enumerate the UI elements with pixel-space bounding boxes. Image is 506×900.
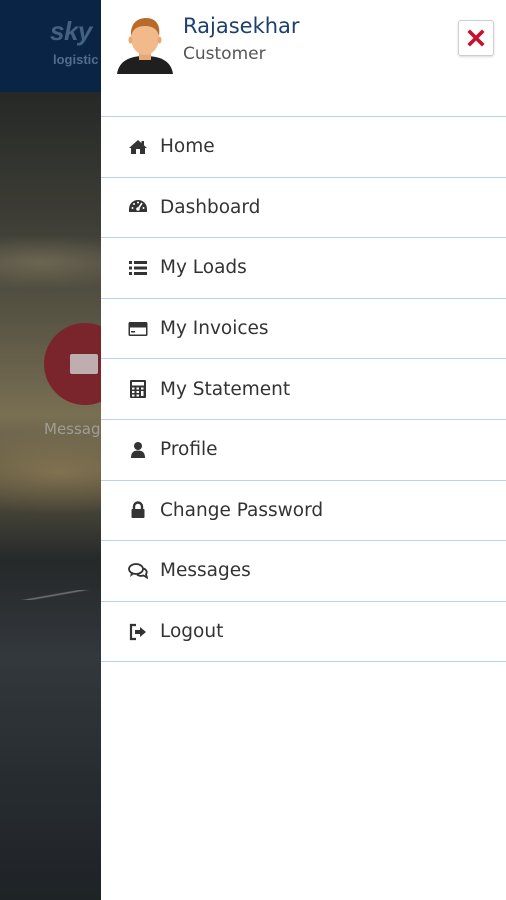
close-drawer-button[interactable] [458, 20, 494, 56]
calculator-icon [130, 380, 146, 399]
dashboard-icon [129, 200, 147, 213]
drawer-header: Rajasekhar Customer [101, 0, 506, 116]
user-role: Customer [183, 44, 266, 64]
menu-item-label: My Loads [160, 257, 247, 279]
lock-icon [131, 501, 145, 519]
navigation-drawer: Rajasekhar Customer Home Dashboard My Lo… [101, 0, 506, 900]
menu-item-label: My Statement [160, 378, 291, 400]
list-icon [129, 260, 147, 275]
menu-item-label: Messages [160, 560, 251, 582]
comments-icon [128, 563, 148, 580]
user-avatar-icon [117, 18, 173, 74]
menu-item-home[interactable]: Home [101, 117, 506, 178]
credit-card-icon [128, 321, 148, 336]
menu-item-my-statement[interactable]: My Statement [101, 359, 506, 420]
menu-item-logout[interactable]: Logout [101, 602, 506, 663]
user-icon [131, 441, 145, 458]
menu-item-profile[interactable]: Profile [101, 420, 506, 481]
menu-item-label: Dashboard [160, 196, 261, 218]
drawer-menu: Home Dashboard My Loads My Invoices My S… [101, 116, 506, 663]
menu-item-label: Logout [160, 621, 224, 643]
menu-item-label: Home [160, 136, 215, 158]
menu-item-messages[interactable]: Messages [101, 541, 506, 602]
close-icon [467, 29, 485, 47]
menu-item-dashboard[interactable]: Dashboard [101, 178, 506, 239]
menu-item-label: Profile [160, 439, 218, 461]
menu-item-label: My Invoices [160, 318, 269, 340]
menu-item-label: Change Password [160, 499, 324, 521]
menu-item-my-invoices[interactable]: My Invoices [101, 299, 506, 360]
menu-item-change-password[interactable]: Change Password [101, 481, 506, 542]
logout-icon [129, 623, 146, 640]
home-icon [129, 139, 147, 154]
menu-item-my-loads[interactable]: My Loads [101, 238, 506, 299]
user-name: Rajasekhar [183, 14, 300, 38]
